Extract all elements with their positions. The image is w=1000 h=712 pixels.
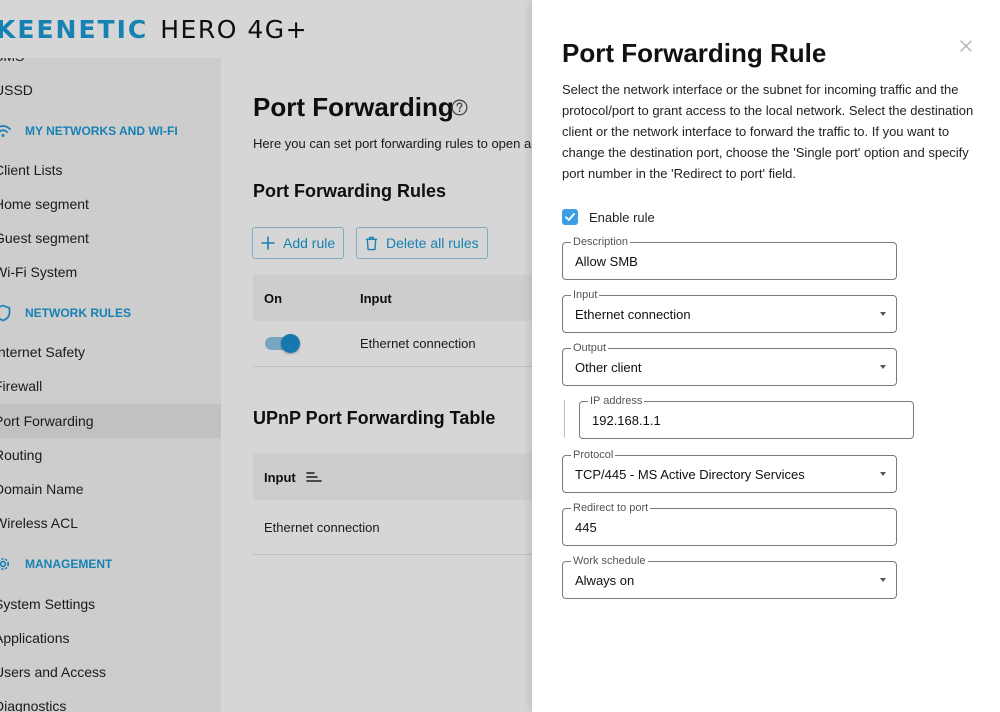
protocol-select-value: TCP/445 - MS Active Directory Services [575, 467, 805, 482]
redirect-port-field[interactable]: Redirect to port 445 [562, 501, 897, 546]
caret-down-icon [880, 365, 886, 369]
ip-address-field[interactable]: IP address 192.168.1.1 [579, 394, 914, 439]
enable-rule-row[interactable]: Enable rule [562, 208, 655, 226]
input-select[interactable]: Input Ethernet connection [562, 288, 897, 333]
dialog-title: Port Forwarding Rule [562, 38, 827, 68]
checkmark-icon [565, 213, 575, 221]
work-schedule-select-value: Always on [575, 573, 635, 588]
subfield-indent-line [564, 400, 565, 438]
redirect-port-field-label: Redirect to port [571, 501, 651, 515]
dialog-description: Select the network interface or the subn… [562, 82, 974, 181]
work-schedule-select[interactable]: Work schedule Always on [562, 554, 897, 599]
description-field-label: Description [571, 235, 631, 249]
description-field[interactable]: Description Allow SMB [562, 235, 897, 280]
protocol-select-label: Protocol [571, 448, 616, 462]
ip-address-field-value: 192.168.1.1 [592, 413, 661, 428]
caret-down-icon [880, 312, 886, 316]
caret-down-icon [880, 472, 886, 476]
enable-rule-checkbox[interactable] [562, 209, 578, 225]
redirect-port-field-value: 445 [575, 520, 597, 535]
output-select-label: Output [571, 341, 609, 355]
work-schedule-select-label: Work schedule [571, 554, 648, 568]
port-forwarding-rule-dialog: Port Forwarding Rule Select the network … [532, 0, 1000, 712]
output-select-value: Other client [575, 360, 642, 375]
input-select-value: Ethernet connection [575, 307, 691, 322]
close-icon[interactable] [958, 38, 974, 54]
caret-down-icon [880, 578, 886, 582]
output-select[interactable]: Output Other client [562, 341, 897, 386]
enable-rule-label: Enable rule [589, 209, 655, 225]
input-select-label: Input [571, 288, 600, 302]
modal-overlay[interactable] [0, 0, 532, 712]
ip-address-field-label: IP address [588, 394, 645, 408]
description-field-value: Allow SMB [575, 254, 638, 269]
protocol-select[interactable]: Protocol TCP/445 - MS Active Directory S… [562, 448, 897, 493]
